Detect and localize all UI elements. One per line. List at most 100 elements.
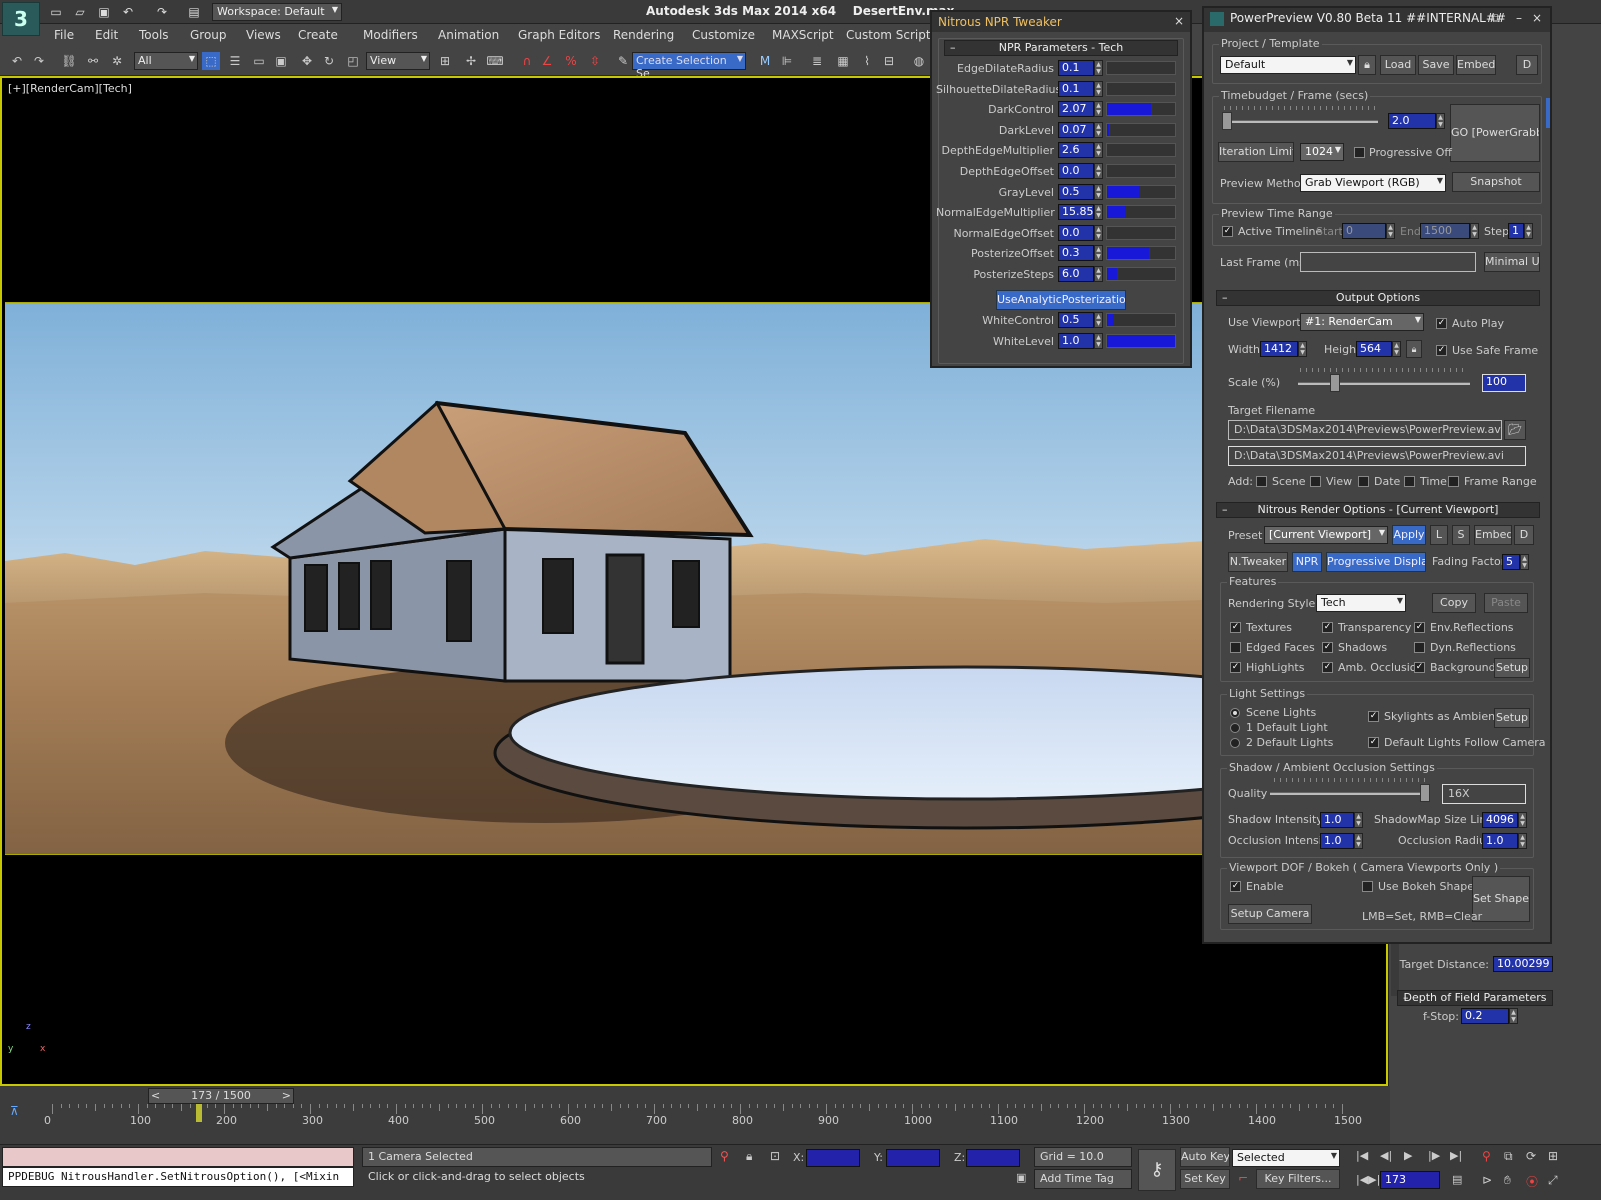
npr-param-spinner[interactable]: ▲ ▼ (1094, 183, 1103, 200)
default-lights-follow-checkbox[interactable]: ✓ (1368, 737, 1379, 748)
orbit-icon[interactable]: ⟳ (1526, 1149, 1536, 1163)
align-icon[interactable]: ⊫ (778, 52, 796, 70)
open-file-icon[interactable]: ▱ (72, 4, 88, 20)
delete-preset-button[interactable]: D (1514, 525, 1534, 545)
add-date-checkbox[interactable] (1358, 476, 1369, 487)
menu-group[interactable]: Group (190, 28, 227, 42)
npr-button[interactable]: NPR (1292, 552, 1322, 572)
project-folder-icon[interactable]: ▤ (186, 4, 202, 20)
select-by-name-icon[interactable]: ☰ (226, 52, 244, 70)
graphite-tools-icon[interactable]: ▦ (834, 52, 852, 70)
go-powergrabber-button[interactable]: GO [PowerGrabber] (1450, 104, 1540, 162)
menu-tools[interactable]: Tools (139, 28, 169, 42)
npr-param-spinner[interactable]: ▲ ▼ (1094, 204, 1103, 221)
rendering-style-dropdown[interactable]: Tech ▼ (1316, 594, 1406, 612)
npr-param-spinner[interactable]: ▲ ▼ (1094, 80, 1103, 97)
keyboard-shortcut-icon[interactable]: ⌨ (486, 52, 504, 70)
spinner-snap-icon[interactable]: ⇳ (586, 52, 604, 70)
npr-param-spinner[interactable]: ▲ ▼ (1094, 245, 1103, 262)
timebudget-slider-thumb[interactable] (1222, 112, 1232, 130)
npr-param-slider[interactable] (1106, 225, 1176, 240)
height-input[interactable]: 564 (1356, 341, 1392, 357)
time-slider[interactable]: < 173 / 1500 > (148, 1088, 294, 1104)
selection-lock-icon[interactable]: 🔒︎ (746, 1149, 752, 1164)
shadowmap-size-input[interactable]: 4096 (1482, 812, 1518, 828)
occlusion-intensity-spinner[interactable]: ▲ ▼ (1354, 833, 1363, 849)
npr-param-slider[interactable] (1106, 122, 1176, 137)
menu-animation[interactable]: Animation (438, 28, 499, 42)
step-spinner[interactable]: ▲ ▼ (1524, 223, 1533, 239)
occlusion-radius-spinner[interactable]: ▲ ▼ (1518, 833, 1527, 849)
feature-checkbox[interactable] (1230, 642, 1241, 653)
layer-manager-icon[interactable]: ≣ (808, 52, 826, 70)
start-input[interactable]: 0 (1342, 223, 1386, 239)
use-viewport-dropdown[interactable]: #1: RenderCam ▼ (1300, 313, 1424, 331)
npr-param-slider[interactable] (1106, 61, 1176, 75)
step-input[interactable]: 1 (1508, 223, 1524, 239)
key-mode-toggle-icon[interactable]: |◀▶| (1356, 1173, 1380, 1186)
load-preset-button[interactable]: L (1430, 525, 1448, 545)
window-crossing-icon[interactable]: ▣ (272, 52, 290, 70)
dock-icon[interactable]: ⧉ (1491, 11, 1500, 26)
minimize-icon[interactable]: – (1516, 11, 1522, 25)
occlusion-radius-input[interactable]: 1.0 (1482, 833, 1518, 849)
walk-through-icon[interactable]: ⦿ (1526, 1173, 1538, 1190)
ntweaker-button[interactable]: N.Tweaker (1228, 552, 1288, 572)
previous-frame-icon[interactable]: ◀| (1380, 1149, 1392, 1162)
npr-param-slider[interactable] (1106, 313, 1176, 327)
menu-customize[interactable]: Customize (692, 28, 755, 42)
light-setup-button[interactable]: Setup (1494, 708, 1530, 728)
goto-start-icon[interactable]: |◀ (1356, 1149, 1368, 1162)
auto-key-button[interactable]: Auto Key (1180, 1147, 1230, 1167)
schematic-view-icon[interactable]: ⊟ (880, 52, 898, 70)
scale-input[interactable]: 100 (1482, 374, 1526, 392)
workspace-dropdown[interactable]: Workspace: Default ▼ (212, 3, 342, 21)
npr-param-input[interactable]: 1.0 (1058, 332, 1094, 349)
timebudget-input[interactable]: 2.0 (1388, 113, 1436, 129)
occlusion-intensity-input[interactable]: 1.0 (1320, 833, 1354, 849)
time-tag-icon[interactable]: ▣ (1016, 1171, 1026, 1184)
iteration-limit-dropdown[interactable]: 1024 ▼ (1300, 143, 1344, 161)
progressive-off-checkbox[interactable] (1354, 147, 1365, 158)
timebudget-slider-track[interactable] (1222, 120, 1378, 123)
track-bar[interactable]: 0 100 200 300 400 500 600 700 800 900 1000 1100 1200… (44, 1104, 1374, 1127)
redo-icon[interactable]: ↷ (154, 4, 170, 20)
isolate-selection-icon[interactable]: ⚲ (720, 1149, 729, 1163)
move-icon[interactable]: ✥ (298, 52, 316, 70)
use-analytic-posterization-button[interactable]: UseAnalyticPosterization (996, 290, 1126, 310)
field-of-view-icon[interactable]: ⊳ (1482, 1173, 1492, 1187)
npr-param-slider[interactable] (1106, 333, 1176, 348)
close-icon[interactable]: × (1174, 14, 1184, 28)
menu-modifiers[interactable]: Modifiers (363, 28, 418, 42)
shadow-intensity-spinner[interactable]: ▲ ▼ (1354, 812, 1363, 828)
powerpreview-titlebar[interactable]: PowerPreview V0.80 Beta 11 ##INTERNAL## … (1204, 8, 1550, 32)
edit-named-sets-icon[interactable]: ✎ (614, 52, 632, 70)
npr-param-slider[interactable] (1106, 143, 1176, 158)
next-frame-icon[interactable]: |▶ (1428, 1149, 1440, 1162)
npr-param-input[interactable]: 0.3 (1058, 245, 1094, 262)
browse-folder-icon[interactable]: 📂︎ (1504, 420, 1526, 440)
scale-slider-thumb[interactable] (1330, 374, 1341, 392)
min-max-toggle-icon[interactable]: ⤢ (1548, 1173, 1558, 1188)
copy-style-button[interactable]: Copy (1432, 593, 1476, 613)
output-options-rollout[interactable]: – Output Options (1216, 290, 1540, 306)
npr-param-slider[interactable] (1106, 246, 1176, 261)
add-scene-checkbox[interactable] (1256, 476, 1267, 487)
target-filename-field[interactable]: D:\Data\3DSMax2014\Previews\PowerPreview… (1228, 420, 1502, 440)
dof-enable-checkbox[interactable]: ✓ (1230, 881, 1241, 892)
embed-template-button[interactable]: Embed (1456, 55, 1496, 75)
npr-param-spinner[interactable]: ▲ ▼ (1094, 142, 1103, 159)
npr-param-input[interactable]: 0.1 (1058, 80, 1094, 97)
npr-param-spinner[interactable]: ▲ ▼ (1094, 121, 1103, 138)
delete-template-button[interactable]: D (1516, 55, 1538, 75)
absolute-mode-icon[interactable]: ⊡ (770, 1149, 780, 1163)
feature-checkbox[interactable]: ✓ (1414, 622, 1425, 633)
setup-camera-button[interactable]: Setup Camera (1228, 904, 1312, 924)
snaps-toggle-icon[interactable]: ∩ (518, 52, 536, 70)
fstop-spinner[interactable]: ▲ ▼ (1509, 1008, 1518, 1024)
viewport-label[interactable]: [+][RenderCam][Tech] (8, 82, 132, 95)
set-key-button[interactable]: Set Key (1180, 1169, 1230, 1189)
load-template-button[interactable]: Load (1380, 55, 1416, 75)
menu-views[interactable]: Views (246, 28, 281, 42)
auto-play-checkbox[interactable]: ✓ (1436, 318, 1447, 329)
